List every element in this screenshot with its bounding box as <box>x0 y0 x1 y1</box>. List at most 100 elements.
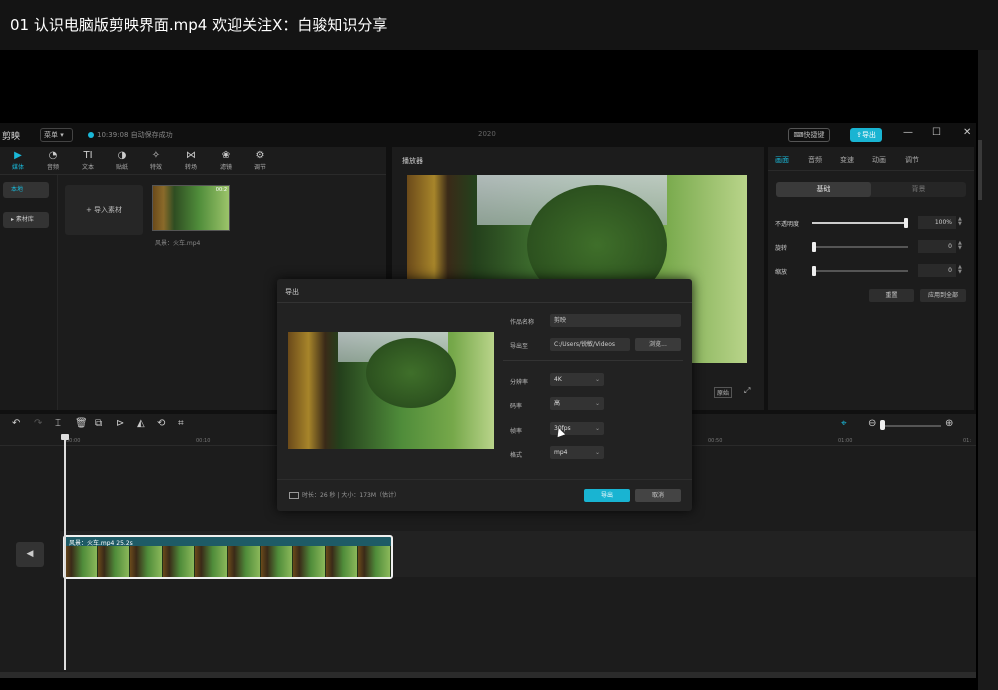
export-path-label: 导出至 <box>510 343 529 350</box>
stepper-icon[interactable]: ▲ ▼ <box>958 241 962 251</box>
mirror-icon[interactable]: ◭ <box>137 418 145 429</box>
reset-button[interactable]: 重置 <box>869 289 914 302</box>
menu-button[interactable]: 菜单 ▾ <box>40 128 73 142</box>
sticker-icon: ◑ <box>117 150 127 161</box>
split-icon[interactable]: ⌶ <box>55 418 61 429</box>
stepper-icon[interactable]: ▲ ▼ <box>958 265 962 275</box>
effects-icon: ✧ <box>151 150 161 161</box>
chevron-down-icon: ⌄ <box>594 400 600 407</box>
shortcut-button[interactable]: ⌨快捷键 <box>788 128 830 142</box>
format-select[interactable]: mp4 ⌄ <box>550 446 604 459</box>
redo-icon[interactable]: ↷ <box>34 418 42 429</box>
resolution-value: 4K <box>554 376 562 383</box>
dialog-export-button[interactable]: 导出 <box>584 489 630 502</box>
tool-label: 媒体 <box>11 164 24 171</box>
tool-sticker[interactable]: ◑ 贴纸 <box>107 149 137 171</box>
side-item-local[interactable]: 本地 <box>3 182 49 198</box>
video-letterbox <box>0 50 978 123</box>
tab-audio[interactable]: 音频 <box>808 155 822 165</box>
tool-transition[interactable]: ⋈ 转场 <box>176 149 206 171</box>
snap-icon[interactable]: ⌖ <box>841 418 847 429</box>
export-preview <box>288 332 494 449</box>
right-scroll-area[interactable] <box>978 50 998 690</box>
rotation-label: 旋转 <box>775 245 788 252</box>
slider-knob[interactable] <box>904 218 908 228</box>
slider-fill <box>812 222 908 224</box>
browse-button[interactable]: 浏览... <box>635 338 681 351</box>
tool-text[interactable]: TI 文本 <box>73 149 103 171</box>
tab-adjust[interactable]: 调节 <box>905 155 919 165</box>
resolution-select[interactable]: 4K ⌄ <box>550 373 604 386</box>
freeze-frame-icon[interactable]: ⧉ <box>95 418 102 429</box>
tool-effects[interactable]: ✧ 特效 <box>141 149 171 171</box>
tool-media[interactable]: ▶ 媒体 <box>3 149 33 171</box>
zoom-slider-knob[interactable] <box>880 420 885 430</box>
tool-label: 文本 <box>81 164 94 171</box>
zoom-slider[interactable] <box>885 425 941 427</box>
scale-slider[interactable] <box>812 266 908 276</box>
zoom-in-icon[interactable]: ⊕ <box>945 418 953 429</box>
opacity-slider[interactable] <box>812 218 908 228</box>
tab-animation[interactable]: 动画 <box>872 155 886 165</box>
clip-filmstrip <box>65 546 391 577</box>
playhead[interactable] <box>64 436 66 670</box>
tab-picture[interactable]: 画面 <box>775 155 789 165</box>
bitrate-select[interactable]: 高 ⌄ <box>550 397 604 410</box>
scrollbar-thumb[interactable] <box>978 140 982 200</box>
rotation-slider[interactable] <box>812 242 908 252</box>
dialog-cancel-button[interactable]: 取消 <box>635 489 681 502</box>
divider <box>277 302 692 303</box>
tool-audio[interactable]: ◔ 音频 <box>38 149 68 171</box>
timeline-clip[interactable]: 风景：火车.mp4 25.2s <box>63 535 393 579</box>
save-status-text: 10:39:08 自动保存成功 <box>97 131 173 139</box>
close-button[interactable]: ✕ <box>963 127 971 138</box>
export-path-input[interactable]: C:/Users/锐敏/Videos <box>550 338 630 351</box>
chevron-down-icon: ⌄ <box>594 425 600 432</box>
divider <box>503 360 683 361</box>
clip-frame <box>162 546 196 577</box>
export-button[interactable]: ⇪导出 <box>850 128 882 142</box>
rotation-value[interactable]: 0 <box>918 240 956 253</box>
segment-background[interactable]: 背景 <box>871 182 966 197</box>
ruler-tick: 00:50 <box>708 438 723 444</box>
clip-duration: 00:2 <box>215 187 227 193</box>
crop-icon[interactable]: ⌗ <box>178 418 184 429</box>
ruler-tick: 01:00 <box>838 438 853 444</box>
minimize-button[interactable]: — <box>903 127 913 138</box>
apply-all-button[interactable]: 应用到全部 <box>920 289 966 302</box>
play-reverse-icon[interactable]: ⊳ <box>116 418 124 429</box>
work-name-input[interactable]: 剪映 <box>550 314 681 327</box>
maximize-button[interactable]: ☐ <box>932 127 941 138</box>
tool-filter[interactable]: ❀ 滤镜 <box>211 149 241 171</box>
timeline-scrollbar[interactable] <box>0 672 976 678</box>
scale-value[interactable]: 0 <box>918 264 956 277</box>
media-clip-name: 风景：火车.mp4 <box>155 240 201 247</box>
stepper-icon[interactable]: ▲ ▼ <box>958 217 962 227</box>
rotation-row: 旋转 0 ▲ ▼ <box>775 240 967 254</box>
media-side-nav: 本地 ▸ 素材库 <box>0 175 58 410</box>
scale-row: 缩放 0 ▲ ▼ <box>775 264 967 278</box>
slider-knob[interactable] <box>812 266 816 276</box>
side-item-library[interactable]: ▸ 素材库 <box>3 212 49 228</box>
opacity-value[interactable]: 100% <box>918 216 956 229</box>
delete-icon[interactable]: 🗑 <box>75 418 88 429</box>
framerate-label: 帧率 <box>510 428 523 435</box>
transition-icon: ⋈ <box>186 150 196 161</box>
track-audio-toggle[interactable]: ◀ <box>16 542 44 567</box>
zoom-out-icon[interactable]: ⊖ <box>868 418 876 429</box>
segment-basic[interactable]: 基础 <box>776 182 871 197</box>
fullscreen-icon[interactable]: ⤢ <box>744 386 750 396</box>
undo-icon[interactable]: ↶ <box>12 418 20 429</box>
properties-tabs: 画面 音频 变速 动画 调节 <box>768 147 974 171</box>
slider-knob[interactable] <box>812 242 816 252</box>
dialog-title: 导出 <box>285 288 299 296</box>
speaker-icon: ◀ <box>26 549 34 559</box>
aspect-ratio-button[interactable]: 原始 <box>714 387 733 398</box>
rotate-icon[interactable]: ⟲ <box>157 418 165 429</box>
tab-speed[interactable]: 变速 <box>840 155 854 165</box>
tool-adjust[interactable]: ⚙ 调节 <box>245 149 275 171</box>
media-thumbnail[interactable]: 00:2 <box>152 185 230 231</box>
audio-icon: ◔ <box>48 150 58 161</box>
clip-frame <box>260 546 294 577</box>
import-media-button[interactable]: + 导入素材 <box>65 185 143 235</box>
